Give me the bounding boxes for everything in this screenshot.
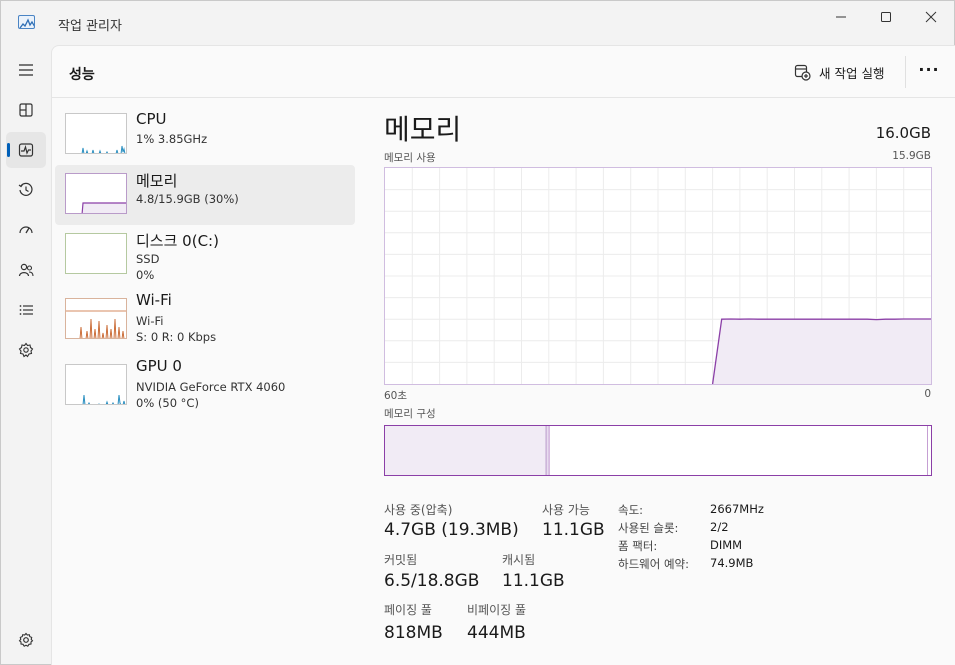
cpu-thumbnail-graph <box>65 113 127 154</box>
app-title: 작업 관리자 <box>58 19 122 34</box>
composition-free[interactable] <box>927 426 931 475</box>
close-button[interactable] <box>908 1 954 33</box>
paged-pool-value: 818MB <box>384 623 443 643</box>
disk-type: SSD <box>136 252 160 266</box>
nav-users[interactable] <box>6 252 46 288</box>
nav-processes[interactable] <box>6 92 46 128</box>
users-icon <box>18 263 34 277</box>
gpu-thumbnail-graph <box>65 364 127 405</box>
wifi-throughput: S: 0 R: 0 Kbps <box>136 330 217 344</box>
side-navigation <box>1 45 51 665</box>
cached-value: 11.1GB <box>502 571 565 591</box>
form-factor-value: DIMM <box>710 538 743 552</box>
memory-composition-bar <box>384 425 932 476</box>
run-new-task-button[interactable]: 새 작업 실행 <box>794 61 884 83</box>
resource-item-disk[interactable]: 디스크 0(C:) SSD 0% <box>55 225 355 285</box>
slots-value: 2/2 <box>710 520 729 534</box>
memory-usage-label: 메모리 사용 <box>384 152 436 164</box>
resource-item-memory[interactable]: 메모리 4.8/15.9GB (30%) <box>55 165 355 225</box>
hamburger-icon <box>19 64 33 76</box>
disk-thumbnail-graph <box>65 233 127 274</box>
maximize-icon <box>881 12 891 22</box>
nav-details[interactable] <box>6 292 46 328</box>
services-icon <box>18 342 34 358</box>
maximize-button[interactable] <box>863 1 909 33</box>
hardware-reserved-label: 하드웨어 예약: <box>618 557 690 571</box>
speed-label: 속도: <box>618 503 644 517</box>
in-use-value: 4.7GB (19.3MB) <box>384 520 519 540</box>
toolbar-divider <box>905 56 906 88</box>
run-new-task-label: 새 작업 실행 <box>819 65 885 81</box>
page-header: 성능 새 작업 실행 ··· <box>52 46 955 98</box>
close-icon <box>925 11 937 23</box>
wifi-thumbnail-graph <box>65 298 127 339</box>
nonpaged-pool-value: 444MB <box>467 623 526 643</box>
performance-icon <box>18 143 34 157</box>
memory-thumbnail-graph <box>65 173 127 214</box>
gpu-usage: 0% (50 °C) <box>136 396 199 410</box>
nav-app-history[interactable] <box>6 172 46 208</box>
disk-usage: 0% <box>136 268 155 282</box>
nav-startup-apps[interactable] <box>6 212 46 248</box>
gpu-name: GPU 0 <box>136 357 182 375</box>
wifi-adapter: Wi-Fi <box>136 314 164 328</box>
memory-usage: 4.8/15.9GB (30%) <box>136 192 239 206</box>
form-factor-label: 폼 팩터: <box>618 539 658 553</box>
committed-label: 커밋됨 <box>384 553 418 567</box>
minimize-button[interactable] <box>818 1 864 33</box>
hardware-reserved-value: 74.9MB <box>710 556 754 570</box>
title-bar: 작업 관리자 <box>1 1 954 45</box>
nav-settings[interactable] <box>6 622 46 658</box>
nav-services[interactable] <box>6 332 46 368</box>
nav-performance[interactable] <box>6 132 46 168</box>
cached-label: 캐시됨 <box>502 553 536 567</box>
wifi-name: Wi-Fi <box>136 291 172 309</box>
available-label: 사용 가능 <box>542 503 590 517</box>
minimize-icon <box>836 16 846 18</box>
resource-item-wifi[interactable]: Wi-Fi Wi-Fi S: 0 R: 0 Kbps <box>55 290 355 350</box>
committed-value: 6.5/18.8GB <box>384 571 480 591</box>
app-history-icon <box>18 182 33 196</box>
memory-title: 메모리 <box>384 113 462 146</box>
task-manager-window: 작업 관리자 성능 새 작업 실행 ··· CPU 1% 3.85GHz 메모리… <box>0 0 955 665</box>
paged-pool-label: 페이징 풀 <box>384 603 432 617</box>
in-use-label: 사용 중(압축) <box>384 503 453 517</box>
speed-value: 2667MHz <box>710 502 764 516</box>
resource-item-gpu[interactable]: GPU 0 NVIDIA GeForce RTX 4060 0% (50 °C) <box>55 356 355 416</box>
time-axis-start: 60초 <box>384 390 408 402</box>
main-content: 성능 새 작업 실행 ··· CPU 1% 3.85GHz 메모리 4.8/15… <box>51 45 955 665</box>
more-options-button[interactable]: ··· <box>914 60 944 84</box>
task-manager-app-icon <box>18 15 35 29</box>
slots-label: 사용된 슬롯: <box>618 521 679 535</box>
disk-name: 디스크 0(C:) <box>136 232 219 250</box>
page-title: 성능 <box>69 67 95 83</box>
memory-usage-area <box>712 319 931 384</box>
composition-standby[interactable] <box>549 426 928 475</box>
processes-icon <box>19 103 33 117</box>
settings-icon <box>18 632 34 647</box>
cpu-usage: 1% 3.85GHz <box>136 132 208 146</box>
memory-usage-graph <box>384 167 932 385</box>
gpu-model: NVIDIA GeForce RTX 4060 <box>136 380 286 394</box>
resource-item-cpu[interactable]: CPU 1% 3.85GHz <box>55 105 355 165</box>
time-axis-end: 0 <box>924 388 931 400</box>
nav-menu-button[interactable] <box>6 52 46 88</box>
memory-usage-chart <box>385 168 931 385</box>
available-value: 11.1GB <box>542 520 605 540</box>
run-task-icon <box>794 64 811 81</box>
memory-name: 메모리 <box>136 172 178 190</box>
nonpaged-pool-label: 비페이징 풀 <box>467 603 527 617</box>
composition-in-use[interactable] <box>385 426 547 475</box>
memory-usage-max: 15.9GB <box>892 150 931 162</box>
startup-apps-icon <box>19 226 33 234</box>
cpu-name: CPU <box>136 110 167 128</box>
memory-total: 16.0GB <box>875 124 931 142</box>
memory-composition-label: 메모리 구성 <box>384 408 436 420</box>
details-icon <box>19 305 33 315</box>
